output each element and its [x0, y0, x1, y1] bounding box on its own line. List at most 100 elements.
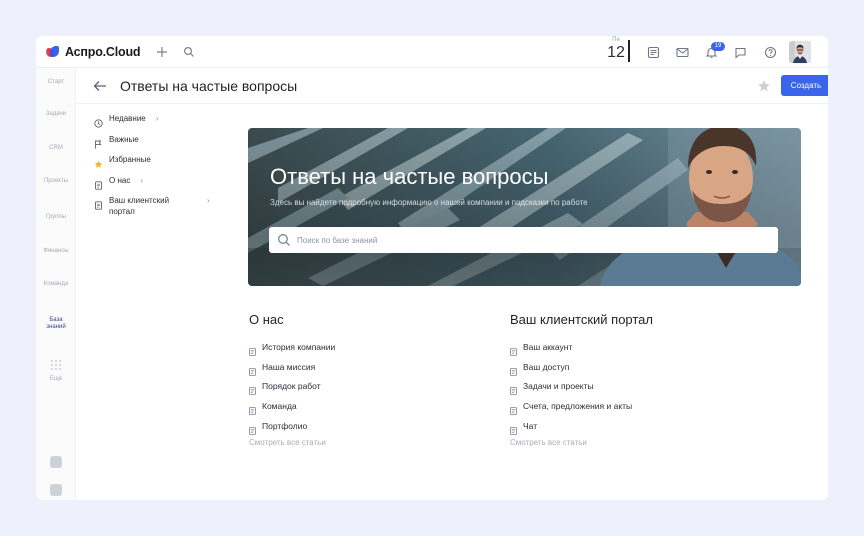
rail-item-start[interactable]: Старт — [36, 79, 76, 86]
doc-icon — [249, 363, 256, 376]
article-link[interactable]: Счета, предложения и акты — [510, 396, 750, 416]
see-all-link[interactable]: Смотреть все статьи — [249, 438, 489, 447]
article-link[interactable]: Наша миссия — [249, 357, 489, 377]
star-icon — [94, 156, 103, 168]
support-icon[interactable] — [50, 456, 62, 468]
back-arrow-icon[interactable] — [92, 78, 108, 94]
top-bar: Аспро.Cloud Пн 12 19 — [36, 36, 828, 68]
article-title: Ваш доступ — [523, 361, 570, 372]
doc-icon — [249, 343, 256, 356]
flag-icon — [94, 136, 103, 149]
article-title: История компании — [262, 341, 336, 352]
article-link[interactable]: Ваш доступ — [510, 357, 750, 377]
mail-icon[interactable] — [674, 44, 690, 60]
date-day: 12 — [607, 44, 625, 61]
rail-item-finance[interactable]: Финансы — [36, 248, 76, 255]
nav-item-recent[interactable]: Недавние › — [94, 114, 159, 128]
hero-title: Ответы на частые вопросы — [270, 164, 549, 189]
search-icon — [277, 233, 291, 247]
nav-item-about[interactable]: О нас › — [94, 176, 143, 190]
nav-label: О нас — [109, 176, 131, 185]
rail-label: Группы — [46, 214, 66, 220]
doc-icon — [510, 422, 517, 435]
section-client-portal: Ваш клиентский портал Ваш аккаунт Ваш до… — [510, 312, 750, 447]
app-window: Аспро.Cloud Пн 12 19 Старт Задачи CRM Пр… — [36, 36, 828, 500]
article-link[interactable]: История компании — [249, 337, 489, 357]
doc-icon — [94, 197, 103, 210]
article-title: Счета, предложения и акты — [523, 401, 633, 412]
rail-item-team[interactable]: Команда — [36, 281, 76, 288]
rail-label: Проекты — [43, 178, 69, 184]
nav-label: Избранные — [109, 155, 151, 164]
hero-subtitle: Здесь вы найдете подробную информацию о … — [270, 198, 588, 207]
calendar-date[interactable]: Пн 12 — [602, 37, 630, 62]
create-button[interactable]: Создать — [781, 75, 828, 96]
article-link[interactable]: Команда — [249, 396, 489, 416]
rail-label: Старт — [47, 79, 65, 85]
favorite-star-icon[interactable] — [757, 79, 771, 93]
doc-icon — [249, 382, 256, 396]
user-avatar[interactable] — [789, 41, 811, 63]
article-link[interactable]: Задачи и проекты — [510, 377, 750, 397]
nav-item-favorites[interactable]: Избранные — [94, 155, 151, 168]
rail-item-crm[interactable]: CRM — [36, 145, 76, 152]
date-divider — [628, 40, 630, 62]
see-all-link[interactable]: Смотреть все статьи — [510, 438, 750, 447]
chat-icon[interactable] — [732, 44, 748, 60]
article-title: Наша миссия — [262, 361, 316, 372]
chevron-right-icon: › — [140, 176, 143, 185]
knowledge-nav: Недавние › Важные Избранные О нас › Ваш … — [76, 104, 222, 500]
nav-label: Ваш клиентский портал — [109, 196, 170, 216]
article-title: Порядок работ — [262, 381, 321, 392]
rail-label: CRM — [49, 145, 63, 151]
doc-icon — [510, 363, 517, 376]
section-about: О нас История компании Наша миссия Поряд… — [249, 312, 489, 447]
article-title: Портфолио — [262, 421, 308, 432]
article-link[interactable]: Портфолио — [249, 416, 489, 436]
hero-background-image — [248, 128, 801, 286]
article-link[interactable]: Ваш аккаунт — [510, 337, 750, 357]
nav-item-client-portal[interactable]: Ваш клиентский портал › — [94, 196, 214, 217]
page-header: Ответы на частые вопросы Создать — [76, 68, 828, 104]
rail-label: Задачи — [45, 111, 67, 117]
help-icon[interactable] — [762, 44, 778, 60]
clock-icon — [94, 115, 103, 128]
doc-icon — [249, 422, 256, 435]
article-title: Ваш аккаунт — [523, 341, 573, 352]
doc-icon — [510, 343, 517, 356]
notes-icon[interactable] — [645, 44, 661, 60]
knowledge-search[interactable] — [269, 227, 778, 253]
article-link[interactable]: Чат — [510, 416, 750, 436]
doc-icon — [510, 382, 517, 396]
date-weekday: Пн — [612, 37, 620, 43]
article-title: Чат — [523, 421, 538, 432]
rail-label: Команда — [43, 281, 69, 287]
rail-item-projects[interactable]: Проекты — [36, 178, 76, 185]
rail-label: База знаний — [46, 317, 66, 330]
rail-item-tasks[interactable]: Задачи — [36, 111, 76, 118]
doc-icon — [94, 177, 103, 190]
rail-label: Ещё — [49, 376, 63, 382]
logo[interactable]: Аспро.Cloud — [45, 45, 141, 59]
plus-icon[interactable] — [154, 44, 170, 60]
article-title: Задачи и проекты — [523, 381, 594, 392]
search-icon[interactable] — [181, 44, 197, 60]
rail-label: Финансы — [43, 248, 69, 254]
rail-item-more[interactable]: Ещё — [36, 358, 76, 383]
nav-label: Важные — [109, 135, 139, 144]
main-rail: Старт Задачи CRM Проекты Группы Финансы … — [36, 68, 76, 500]
nav-label: Недавние — [109, 114, 146, 123]
rail-item-knowledge-base[interactable]: База знаний — [36, 317, 76, 331]
section-title: Ваш клиентский портал — [510, 312, 653, 327]
chevron-right-icon: › — [155, 114, 159, 123]
chat-bubble-icon[interactable] — [50, 484, 62, 496]
section-title: О нас — [249, 312, 284, 327]
notifications-badge: 19 — [711, 42, 725, 51]
grid-icon — [50, 358, 62, 375]
search-input[interactable] — [297, 235, 767, 245]
article-link[interactable]: Порядок работ — [249, 377, 489, 397]
rail-item-groups[interactable]: Группы — [36, 214, 76, 221]
hero-banner: Ответы на частые вопросы Здесь вы найдет… — [248, 128, 801, 286]
doc-icon — [249, 402, 256, 416]
nav-item-important[interactable]: Важные — [94, 135, 139, 149]
